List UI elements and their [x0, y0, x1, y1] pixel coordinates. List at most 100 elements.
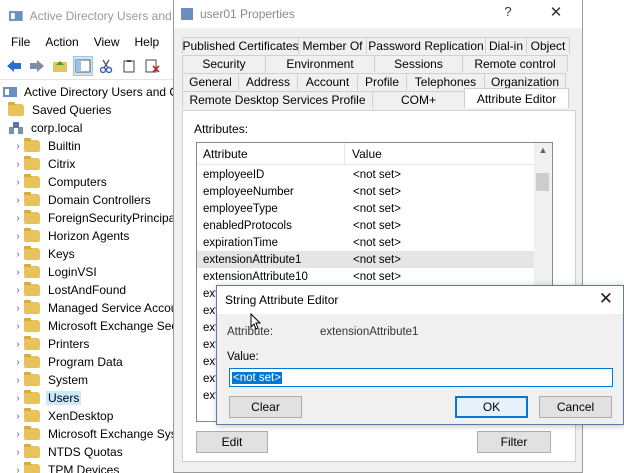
menu-action[interactable]: Action — [45, 35, 78, 49]
tree-item[interactable]: › Keys — [0, 245, 180, 263]
tree-item[interactable]: › Computers — [0, 173, 180, 191]
tab-general[interactable]: General — [182, 73, 239, 90]
tree-item[interactable]: › Domain Controllers — [0, 191, 180, 209]
expand-chevron-icon[interactable]: › — [12, 303, 24, 314]
back-button[interactable] — [4, 56, 24, 76]
tab-object[interactable]: Object — [526, 37, 570, 54]
forward-button[interactable] — [27, 56, 47, 76]
tab-published-certificates[interactable]: Published Certificates — [182, 37, 299, 54]
tab-profile[interactable]: Profile — [357, 73, 407, 90]
tab-account[interactable]: Account — [297, 73, 358, 90]
tree-item[interactable]: Saved Queries — [0, 101, 180, 119]
folder-icon — [24, 318, 40, 332]
expand-chevron-icon[interactable]: › — [12, 339, 24, 350]
tree-item-label: Saved Queries — [32, 103, 112, 117]
attribute-row[interactable]: employeeID <not set> — [197, 166, 534, 183]
expand-chevron-icon[interactable]: › — [12, 159, 24, 170]
column-header-attribute[interactable]: Attribute — [197, 143, 345, 164]
tab-dial-in[interactable]: Dial-in — [485, 37, 527, 54]
tab-com-plus[interactable]: COM+ — [372, 91, 465, 108]
edit-button[interactable]: Edit — [196, 431, 268, 453]
tree-item[interactable]: › LoginVSI — [0, 263, 180, 281]
attributes-label: Attributes: — [194, 122, 249, 136]
editor-attribute-name: extensionAttribute1 — [320, 326, 419, 338]
expand-chevron-icon[interactable]: › — [12, 141, 24, 152]
expand-chevron-icon[interactable]: › — [12, 429, 24, 440]
tree-item[interactable]: › Horizon Agents — [0, 227, 180, 245]
tab-member-of[interactable]: Member Of — [298, 37, 367, 54]
tree-item[interactable]: › ForeignSecurityPrincipal — [0, 209, 180, 227]
cut-button[interactable] — [96, 56, 116, 76]
tree-item[interactable]: › XenDesktop — [0, 407, 180, 425]
expand-chevron-icon[interactable]: › — [12, 285, 24, 296]
show-console-tree-button[interactable] — [73, 56, 93, 76]
tree-item[interactable]: › NTDS Quotas — [0, 443, 180, 461]
clear-button[interactable]: Clear — [229, 396, 302, 418]
attribute-row[interactable]: extensionAttribute1 <not set> — [197, 251, 534, 268]
editor-value-input[interactable]: <not set> — [229, 368, 613, 387]
editor-close-icon[interactable]: ✕ — [599, 289, 613, 309]
copy-button[interactable] — [119, 56, 139, 76]
tab-sessions[interactable]: Sessions — [374, 55, 463, 72]
tab-remote-control[interactable]: Remote control — [462, 55, 568, 72]
menu-file[interactable]: File — [11, 35, 30, 49]
column-header-value[interactable]: Value — [345, 147, 382, 161]
tree-item[interactable]: › Program Data — [0, 353, 180, 371]
folder-icon — [24, 264, 40, 278]
scroll-thumb[interactable] — [536, 173, 549, 191]
expand-chevron-icon[interactable]: › — [12, 213, 24, 224]
expand-chevron-icon[interactable]: › — [12, 465, 24, 473]
ok-button[interactable]: OK — [455, 396, 528, 418]
tree-item[interactable]: › Microsoft Exchange Sec — [0, 317, 180, 335]
tree-item[interactable]: corp.local — [0, 119, 180, 137]
menu-help[interactable]: Help — [135, 35, 160, 49]
expand-chevron-icon[interactable]: › — [12, 375, 24, 386]
attribute-row[interactable]: expirationTime <not set> — [197, 234, 534, 251]
attribute-row[interactable]: employeeType <not set> — [197, 200, 534, 217]
attribute-name: extensionAttribute1 — [203, 253, 302, 266]
up-folder-button[interactable] — [50, 56, 70, 76]
tab-password-replication[interactable]: Password Replication — [366, 37, 486, 54]
scissors-icon — [99, 59, 113, 73]
attribute-name: employeeNumber — [203, 185, 294, 198]
expand-chevron-icon[interactable]: › — [12, 393, 24, 404]
tab-security[interactable]: Security — [182, 55, 266, 72]
delete-button[interactable] — [142, 56, 162, 76]
help-icon[interactable]: ? — [498, 4, 518, 19]
attribute-row[interactable]: enabledProtocols <not set> — [197, 217, 534, 234]
expand-chevron-icon[interactable]: › — [12, 177, 24, 188]
tree-item[interactable]: › Microsoft Exchange Sys — [0, 425, 180, 443]
folder-icon — [24, 444, 40, 458]
tree-item[interactable]: › Users — [0, 389, 180, 407]
attribute-row[interactable]: employeeNumber <not set> — [197, 183, 534, 200]
attribute-row[interactable]: extensionAttribute10 <not set> — [197, 268, 534, 285]
tree-item[interactable]: › Printers — [0, 335, 180, 353]
expand-chevron-icon[interactable]: › — [12, 447, 24, 458]
folder-icon — [8, 102, 24, 116]
scroll-up-icon[interactable]: ▲ — [534, 145, 552, 155]
menu-view[interactable]: View — [94, 35, 120, 49]
expand-chevron-icon[interactable]: › — [12, 267, 24, 278]
expand-chevron-icon[interactable]: › — [12, 411, 24, 422]
tab-address[interactable]: Address — [238, 73, 298, 90]
expand-chevron-icon[interactable]: › — [12, 357, 24, 368]
filter-button[interactable]: Filter — [477, 431, 551, 453]
tab-remote-desktop-services-profile[interactable]: Remote Desktop Services Profile — [182, 91, 373, 108]
expand-chevron-icon[interactable]: › — [12, 249, 24, 260]
expand-chevron-icon[interactable]: › — [12, 195, 24, 206]
tab-environment[interactable]: Environment — [265, 55, 375, 72]
tree-item[interactable]: › LostAndFound — [0, 281, 180, 299]
tree-item[interactable]: › Citrix — [0, 155, 180, 173]
cancel-button[interactable]: Cancel — [539, 396, 612, 418]
tree-item[interactable]: Active Directory Users and Con — [0, 83, 191, 101]
expand-chevron-icon[interactable]: › — [12, 231, 24, 242]
close-icon[interactable]: ✕ — [546, 3, 566, 21]
tree-item[interactable]: › System — [0, 371, 180, 389]
tab-attribute-editor[interactable]: Attribute Editor — [464, 88, 569, 108]
tree-item[interactable]: › Builtin — [0, 137, 180, 155]
expand-chevron-icon[interactable]: › — [12, 321, 24, 332]
aduc-title-bar: Active Directory Users and C — [0, 0, 180, 31]
folder-icon — [24, 246, 40, 260]
tree-item[interactable]: › Managed Service Accou — [0, 299, 180, 317]
tree-item[interactable]: › TPM Devices — [0, 461, 180, 473]
